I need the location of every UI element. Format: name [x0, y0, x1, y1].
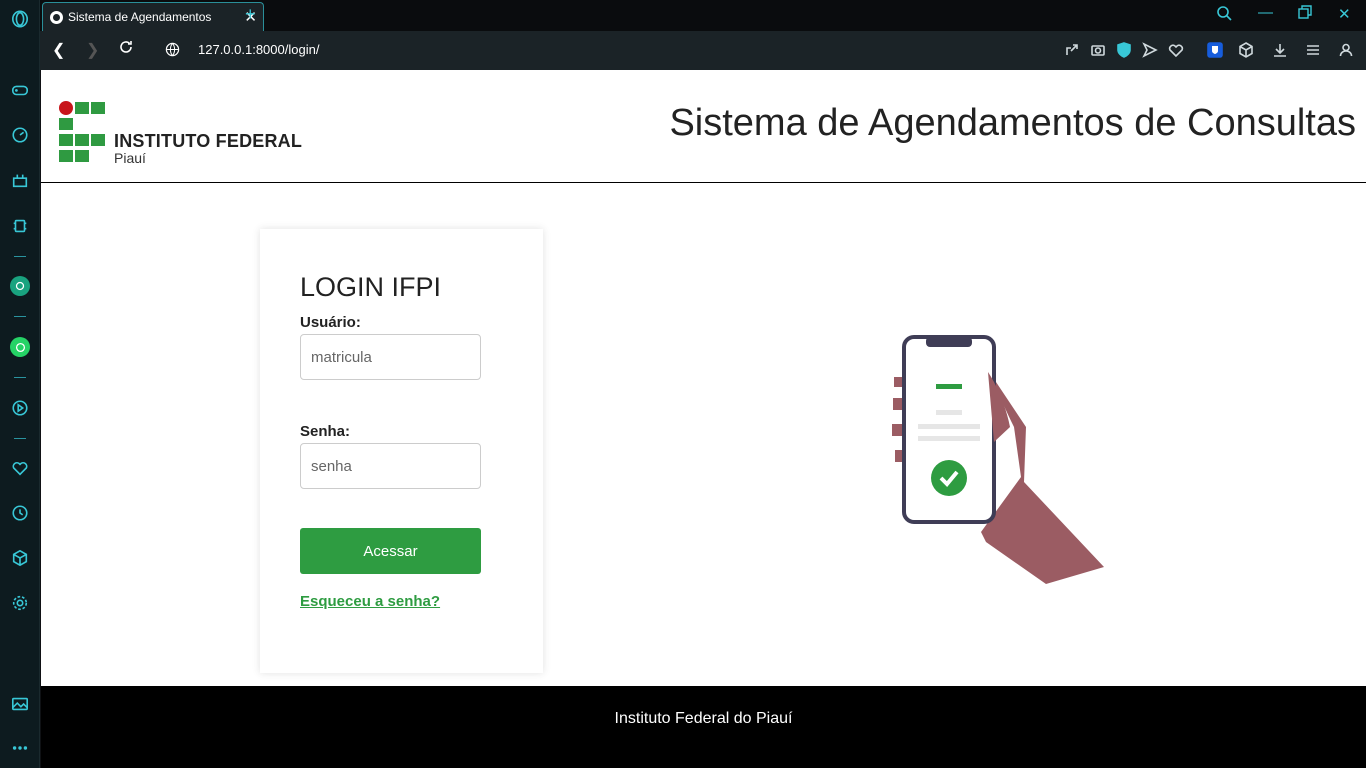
web-page: INSTITUTO FEDERAL Piauí Sistema de Agend… [41, 70, 1366, 768]
footer-text: Instituto Federal do Piauí [614, 710, 793, 727]
forward-icon[interactable]: ❯ [86, 40, 99, 60]
address-bar: ❮ ❯ 127.0.0.1:8000/login/ [40, 31, 1366, 70]
page-header: INSTITUTO FEDERAL Piauí Sistema de Agend… [41, 70, 1366, 183]
logo-red-dot [59, 101, 73, 115]
twitch-icon[interactable] [10, 170, 30, 190]
username-input[interactable] [300, 334, 481, 380]
password-input[interactable] [300, 443, 481, 489]
minimize-icon[interactable]: — [1258, 4, 1273, 21]
browser-tab[interactable]: Sistema de Agendamentos ✕ [42, 2, 264, 31]
camera-icon[interactable] [1090, 42, 1106, 58]
player-icon[interactable] [10, 398, 30, 418]
tab-bar: Sistema de Agendamentos ✕ + — ✕ [40, 0, 1366, 31]
gamepad-icon[interactable] [10, 80, 30, 100]
phone-in-hand-illustration [886, 332, 1106, 597]
close-window-icon[interactable]: ✕ [1338, 5, 1351, 23]
opera-logo-icon[interactable] [10, 9, 30, 29]
send-icon[interactable] [1142, 42, 1158, 58]
restore-icon[interactable] [1298, 5, 1312, 23]
easy-setup-icon[interactable] [1305, 42, 1321, 58]
image-icon[interactable] [10, 694, 30, 714]
bitwarden-icon[interactable] [1207, 42, 1223, 58]
shield-icon[interactable] [1116, 42, 1132, 58]
whatsapp-icon[interactable] [10, 337, 30, 357]
heart-icon[interactable] [10, 458, 30, 478]
sidebar-separator [14, 438, 26, 439]
sidebar-separator [14, 377, 26, 378]
speedometer-icon[interactable] [10, 125, 30, 145]
download-icon[interactable] [1272, 42, 1288, 58]
site-info-icon[interactable] [165, 42, 180, 62]
username-label: Usuário: [300, 314, 361, 331]
globe-icon [50, 10, 63, 24]
logo-name: INSTITUTO FEDERAL [114, 131, 303, 151]
tab-title: Sistema de Agendamentos [68, 10, 212, 24]
forgot-password-link[interactable]: Esqueceu a senha? [300, 593, 440, 610]
gear-icon[interactable] [10, 593, 30, 613]
search-icon[interactable] [1216, 5, 1232, 25]
logo-subtitle: Piauí [114, 150, 146, 166]
sidebar-separator [14, 316, 26, 317]
browser-sidebar [0, 0, 40, 768]
login-title: LOGIN IFPI [300, 272, 442, 302]
login-button[interactable]: Acessar [300, 528, 481, 574]
new-tab-icon[interactable]: + [245, 4, 256, 25]
page-footer: Instituto Federal do Piauí [41, 686, 1366, 768]
back-icon[interactable]: ❮ [52, 40, 65, 60]
clock-icon[interactable] [10, 503, 30, 523]
more-icon[interactable] [10, 738, 30, 758]
chip-icon[interactable] [10, 216, 30, 236]
password-label: Senha: [300, 423, 351, 440]
chatgpt-icon[interactable] [10, 276, 30, 296]
heart-icon[interactable] [1168, 42, 1184, 58]
cube-icon[interactable] [10, 548, 30, 568]
share-icon[interactable] [1064, 42, 1080, 58]
reload-icon[interactable] [118, 39, 134, 60]
url-text[interactable]: 127.0.0.1:8000/login/ [198, 42, 319, 57]
page-title: Sistema de Agendamentos de Consultas [669, 102, 1356, 144]
cube-icon[interactable] [1238, 42, 1254, 58]
sidebar-separator [14, 256, 26, 257]
profile-icon[interactable] [1338, 42, 1354, 58]
login-card: LOGIN IFPI Usuário: Senha: Acessar Esque… [260, 229, 543, 673]
